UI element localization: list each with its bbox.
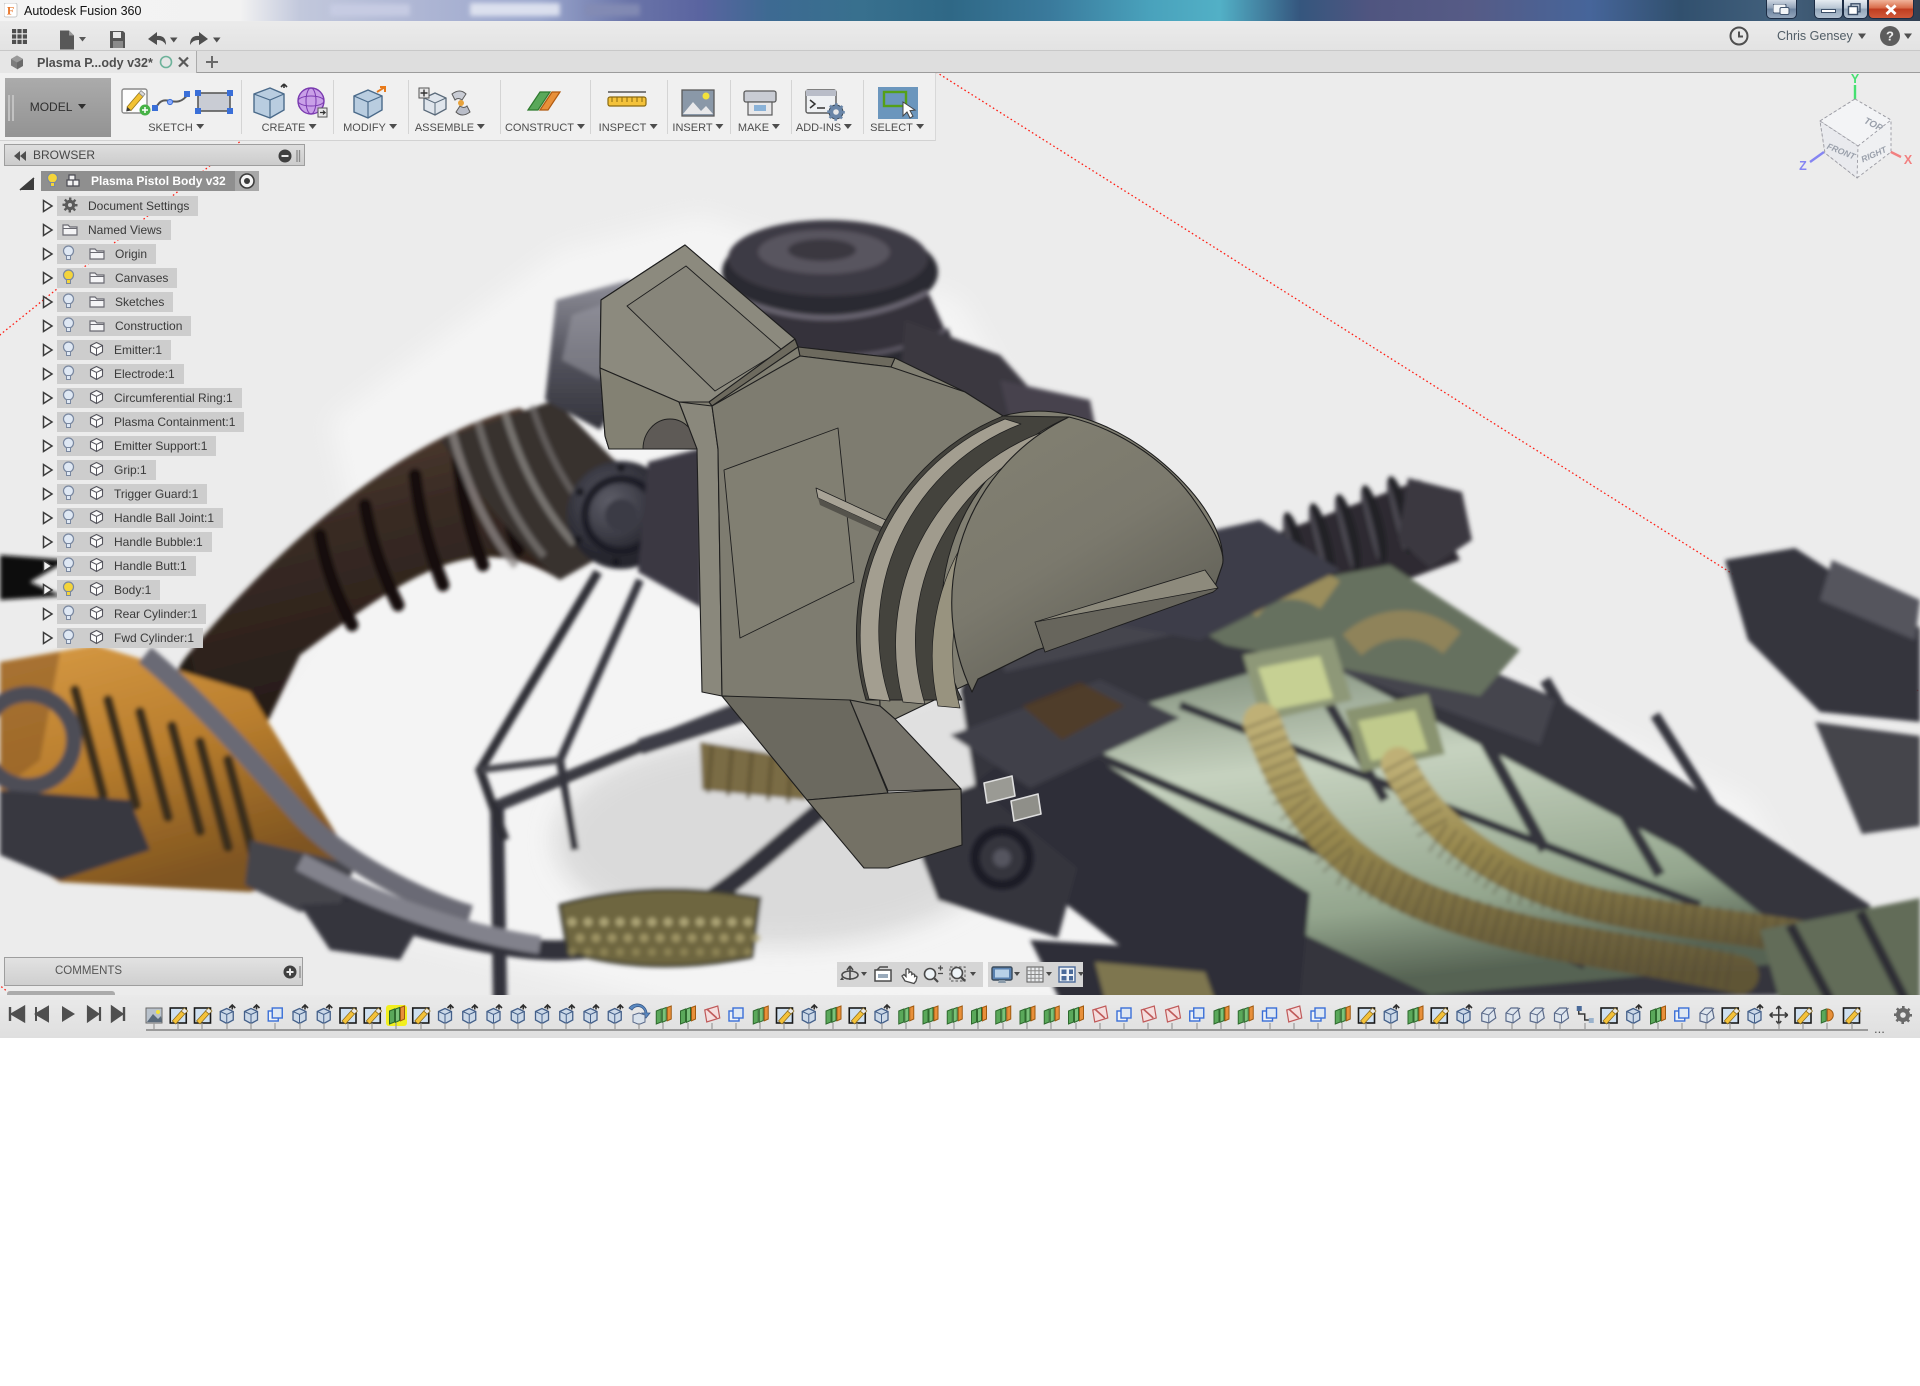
svg-text:Autodesk Fusion 360: Autodesk Fusion 360 [24,4,141,18]
svg-text:...: ... [1874,1021,1885,1036]
svg-text:Y: Y [1851,73,1860,86]
svg-text:Plasma P...ody v32*: Plasma P...ody v32* [37,56,153,70]
svg-text:Z: Z [1799,159,1807,173]
svg-text:?: ? [1886,29,1894,44]
svg-text:Chris Gensey: Chris Gensey [1777,29,1853,43]
svg-text:X: X [1904,153,1913,167]
svg-text:F: F [7,4,14,18]
